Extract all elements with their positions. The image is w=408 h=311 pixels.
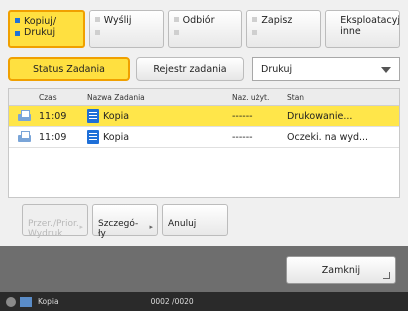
details-label: Szczegó- ły	[98, 219, 139, 239]
printer-icon	[20, 296, 32, 307]
job-status: Drukowanie...	[287, 110, 353, 122]
status-job-label: Kopia	[38, 297, 59, 306]
cancel-button[interactable]: Anuluj	[162, 204, 228, 236]
status-bar: Kopia 0002 /0020	[0, 292, 408, 311]
subtab-row: Status Zadania Rejestr zadania Drukuj	[8, 56, 400, 82]
more-icon: ▸	[79, 223, 83, 231]
tab-send[interactable]: Wyślij	[88, 10, 164, 48]
job-type-value: Drukuj	[261, 63, 293, 75]
document-icon	[87, 130, 99, 144]
tab-label: Zapisz	[261, 15, 293, 26]
tab-indicator-icon	[15, 18, 20, 23]
tab-indicator-icon	[252, 30, 258, 35]
chevron-down-icon	[381, 67, 391, 73]
tab-copy-print[interactable]: Kopiuj/ Drukuj	[8, 10, 85, 48]
bottom-bar: Zamknij	[0, 246, 408, 292]
tab-indicator-icon	[94, 17, 100, 22]
job-user: ------	[232, 131, 253, 143]
job-table: Czas Nazwa Zadania Naz. użyt. Stan 11:09…	[8, 88, 400, 198]
col-status: Stan	[287, 92, 305, 102]
tab-consumables-other[interactable]: Eksploatacyj./ inne	[325, 10, 400, 48]
tab-indicator-icon	[173, 17, 179, 22]
col-time: Czas	[39, 92, 57, 102]
main-tabs: Kopiuj/ Drukuj Wyślij Odbiór Zapisz Eksp…	[8, 10, 400, 50]
tab-indicator-icon	[15, 31, 20, 36]
job-status-tab[interactable]: Status Zadania	[8, 57, 130, 81]
details-button[interactable]: Szczegó- ły ▸	[92, 204, 158, 239]
printer-icon	[17, 110, 31, 122]
status-counter: 0002 /0020	[150, 297, 194, 306]
table-row[interactable]: 11:09 Kopia ------ Drukowanie...	[9, 106, 399, 127]
tab-indicator-icon	[173, 30, 179, 35]
tab-label: Kopiuj/ Drukuj	[24, 16, 57, 38]
job-actions: Przer./Prior. Wydruk ▸ Szczegó- ły ▸ Anu…	[22, 204, 228, 239]
tab-label: Eksploatacyj./ inne	[340, 15, 400, 37]
close-label: Zamknij	[321, 264, 361, 276]
tab-receive[interactable]: Odbiór	[167, 10, 243, 48]
job-log-tab[interactable]: Rejestr zadania	[136, 57, 244, 81]
document-icon	[87, 109, 99, 123]
tab-indicator-icon	[94, 30, 100, 35]
tab-label: Wyślij	[103, 15, 132, 26]
job-status: Oczeki. na wyd...	[287, 131, 369, 143]
job-name: Kopia	[103, 110, 130, 122]
job-name: Kopia	[103, 131, 130, 143]
table-header: Czas Nazwa Zadania Naz. użyt. Stan	[9, 89, 399, 106]
priority-print-button[interactable]: Przer./Prior. Wydruk ▸	[22, 204, 88, 239]
corner-icon	[383, 272, 390, 279]
printer-icon	[17, 131, 31, 143]
status-light-icon	[6, 296, 16, 307]
tab-store[interactable]: Zapisz	[246, 10, 322, 48]
job-time: 11:09	[39, 110, 67, 122]
col-user: Naz. użyt.	[232, 92, 270, 102]
job-status-screen: Kopiuj/ Drukuj Wyślij Odbiór Zapisz Eksp…	[0, 0, 408, 311]
job-type-select[interactable]: Drukuj	[252, 57, 400, 81]
job-time: 11:09	[39, 131, 67, 143]
tab-label: Odbiór	[182, 15, 215, 26]
cancel-label: Anuluj	[168, 219, 197, 229]
priority-print-label: Przer./Prior. Wydruk	[28, 219, 79, 239]
close-button[interactable]: Zamknij	[286, 256, 396, 284]
job-user: ------	[232, 110, 253, 122]
more-icon: ▸	[149, 223, 153, 231]
table-row[interactable]: 11:09 Kopia ------ Oczeki. na wyd...	[9, 127, 399, 148]
col-name: Nazwa Zadania	[87, 92, 145, 102]
tab-indicator-icon	[252, 17, 258, 22]
